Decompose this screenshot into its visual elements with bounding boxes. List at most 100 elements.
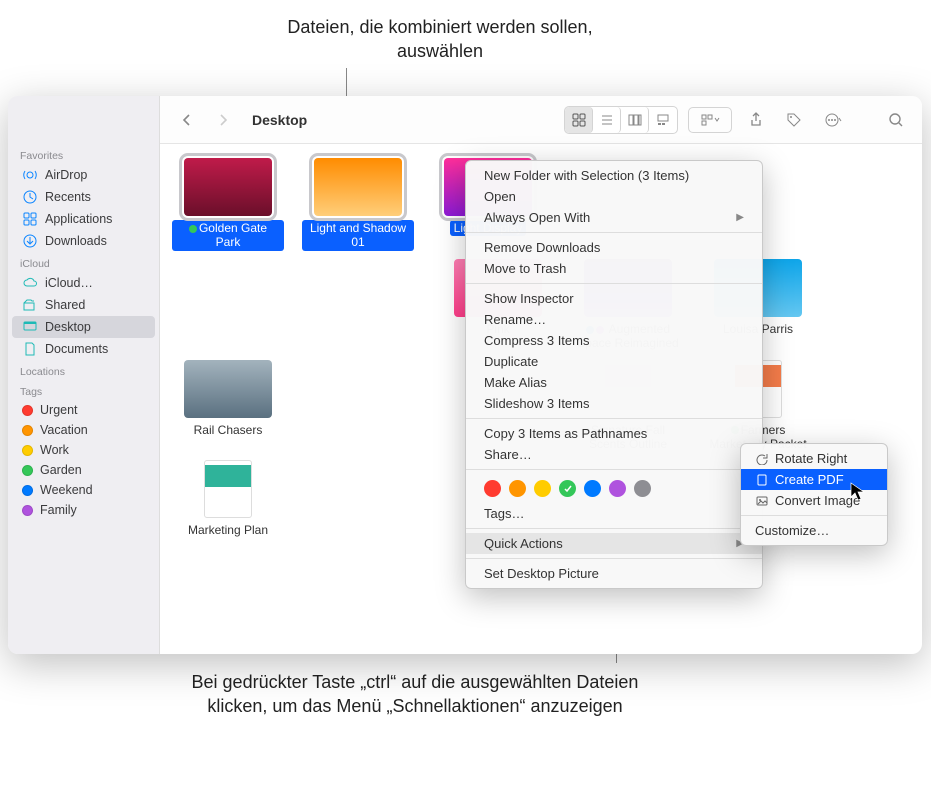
file-item[interactable]: Golden Gate Park [172, 158, 284, 251]
context-menu-item[interactable]: Always Open With▶ [466, 207, 762, 228]
file-name: Marketing Plan [184, 522, 272, 538]
tag-dot-icon [22, 405, 33, 416]
tag-color-swatch[interactable] [634, 480, 651, 497]
context-menu-item[interactable]: Move to Trash [466, 258, 762, 279]
sidebar-item-airdrop[interactable]: AirDrop [12, 164, 155, 186]
context-menu-item[interactable]: Duplicate [466, 351, 762, 372]
more-button[interactable] [818, 107, 846, 133]
window-title: Desktop [252, 112, 307, 128]
menu-item-label: Show Inspector [484, 291, 574, 306]
tag-dot-icon [22, 465, 33, 476]
context-menu-item[interactable]: Remove Downloads [466, 237, 762, 258]
file-thumbnail [184, 360, 272, 418]
sidebar-item-desktop[interactable]: Desktop [12, 316, 155, 338]
sidebar-tag-work[interactable]: Work [12, 440, 155, 460]
submenu-item[interactable]: Customize… [741, 520, 887, 541]
sidebar-item-icloud-[interactable]: iCloud… [12, 272, 155, 294]
gallery-view-button[interactable] [649, 107, 677, 133]
menu-item-label: Convert Image [775, 493, 860, 508]
context-menu-item[interactable]: Rename… [466, 309, 762, 330]
cursor-icon [850, 482, 866, 507]
menu-separator [466, 528, 762, 529]
apps-icon [22, 211, 38, 227]
sidebar-item-label: Work [40, 443, 69, 457]
image-icon [755, 494, 769, 508]
group-by-button[interactable] [688, 107, 732, 133]
sidebar-tag-urgent[interactable]: Urgent [12, 400, 155, 420]
menu-item-label: Open [484, 189, 516, 204]
callout-bottom: Bei gedrückter Taste „ctrl“ auf die ausg… [180, 670, 650, 719]
context-menu-item[interactable]: Compress 3 Items [466, 330, 762, 351]
sidebar-item-documents[interactable]: Documents [12, 338, 155, 360]
menu-item-label: Create PDF [775, 472, 844, 487]
recents-icon [22, 189, 38, 205]
documents-icon [22, 341, 38, 357]
context-menu-item[interactable]: Tags… [466, 503, 762, 524]
tag-color-swatch[interactable] [584, 480, 601, 497]
view-mode-group [564, 106, 678, 134]
tag-color-swatch[interactable] [534, 480, 551, 497]
tags-button[interactable] [780, 107, 808, 133]
sidebar-item-label: Shared [45, 298, 85, 312]
cloud-icon [22, 275, 38, 291]
menu-item-label: Copy 3 Items as Pathnames [484, 426, 647, 441]
submenu-item[interactable]: Rotate Right [741, 448, 887, 469]
menu-item-label: Rename… [484, 312, 546, 327]
menu-item-label: Tags… [484, 506, 524, 521]
file-item[interactable]: Light and Shadow 01 [302, 158, 414, 251]
sidebar-tag-family[interactable]: Family [12, 500, 155, 520]
menu-separator [466, 232, 762, 233]
tag-color-swatch[interactable] [609, 480, 626, 497]
sidebar-item-downloads[interactable]: Downloads [12, 230, 155, 252]
file-item[interactable]: Marketing Plan [172, 460, 284, 538]
sidebar-tag-weekend[interactable]: Weekend [12, 480, 155, 500]
back-button[interactable] [172, 107, 200, 133]
sidebar-item-label: Family [40, 503, 77, 517]
sidebar-item-shared[interactable]: Shared [12, 294, 155, 316]
tag-color-swatch[interactable] [559, 480, 576, 497]
sidebar-tag-vacation[interactable]: Vacation [12, 420, 155, 440]
file-item[interactable]: Rail Chasers [172, 360, 284, 453]
menu-separator [466, 469, 762, 470]
context-menu: New Folder with Selection (3 Items) Open A… [465, 160, 763, 589]
finder-window: Desktop Favorites AirDropRecentsApplicat… [8, 96, 922, 654]
titlebar-traffic-area [8, 96, 160, 144]
tag-color-swatch[interactable] [484, 480, 501, 497]
menu-item-label: Customize… [755, 523, 829, 538]
menu-separator [466, 283, 762, 284]
context-menu-item[interactable]: Set Desktop Picture [466, 563, 762, 584]
menu-item-label: Compress 3 Items [484, 333, 589, 348]
toolbar: Desktop [160, 96, 922, 144]
tag-dot-icon [22, 505, 33, 516]
sidebar-item-label: Applications [45, 212, 112, 226]
file-name: Light and Shadow 01 [302, 220, 414, 251]
file-thumbnail [204, 460, 252, 518]
sidebar-item-label: Garden [40, 463, 82, 477]
sidebar-item-label: Urgent [40, 403, 78, 417]
share-button[interactable] [742, 107, 770, 133]
sidebar-item-label: Downloads [45, 234, 107, 248]
context-menu-item[interactable]: Share… [466, 444, 762, 465]
sidebar-item-label: Desktop [45, 320, 91, 334]
context-menu-item[interactable]: Copy 3 Items as Pathnames [466, 423, 762, 444]
sidebar-item-label: Weekend [40, 483, 93, 497]
sidebar-item-recents[interactable]: Recents [12, 186, 155, 208]
icon-view-button[interactable] [565, 107, 593, 133]
file-name: Rail Chasers [190, 422, 267, 438]
context-menu-item[interactable]: Quick Actions▶ [466, 533, 762, 554]
context-menu-item[interactable]: New Folder with Selection (3 Items) [466, 165, 762, 186]
menu-item-label: Set Desktop Picture [484, 566, 599, 581]
tag-dot-icon [22, 445, 33, 456]
context-menu-item[interactable]: Make Alias [466, 372, 762, 393]
context-menu-item[interactable]: Slideshow 3 Items [466, 393, 762, 414]
list-view-button[interactable] [593, 107, 621, 133]
column-view-button[interactable] [621, 107, 649, 133]
sidebar-tag-garden[interactable]: Garden [12, 460, 155, 480]
search-button[interactable] [882, 107, 910, 133]
context-menu-item[interactable]: Show Inspector [466, 288, 762, 309]
menu-item-label: Always Open With [484, 210, 590, 225]
tag-color-swatch[interactable] [509, 480, 526, 497]
sidebar-item-applications[interactable]: Applications [12, 208, 155, 230]
forward-button[interactable] [210, 107, 238, 133]
context-menu-item[interactable]: Open [466, 186, 762, 207]
